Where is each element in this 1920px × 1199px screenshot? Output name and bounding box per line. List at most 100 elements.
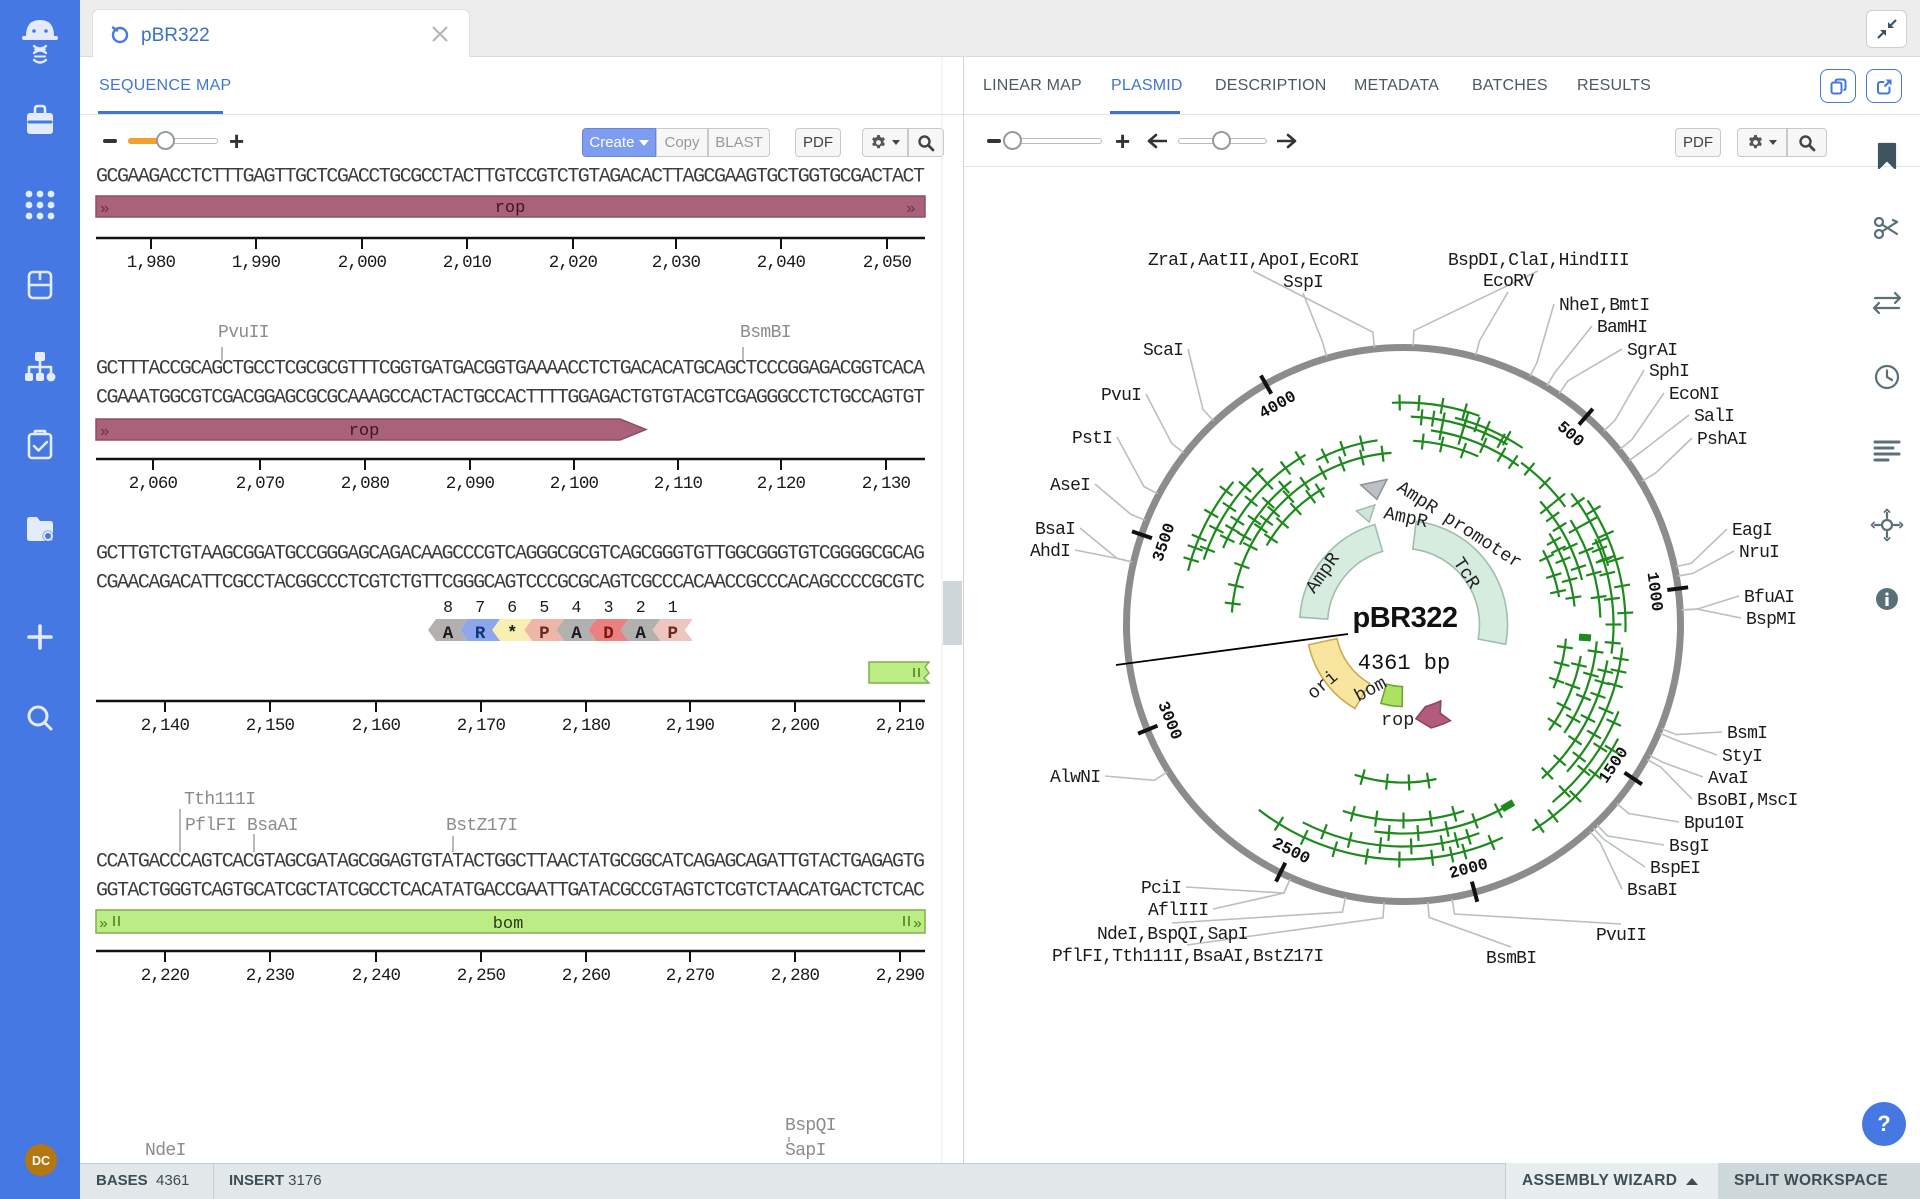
svg-text:SgrAI: SgrAI: [1627, 341, 1677, 361]
svg-text:GCTTGTCTGTAAGCGGATGCCGGGAGCAGA: GCTTGTCTGTAAGCGGATGCCGGGAGCAGACAAGCCCGTC…: [96, 543, 925, 566]
svg-text:BsgI: BsgI: [1669, 837, 1709, 857]
svg-text:6: 6: [507, 598, 517, 617]
svg-text:2,190: 2,190: [666, 716, 715, 736]
svg-text:A: A: [635, 624, 646, 644]
svg-text:DC: DC: [32, 1154, 50, 1168]
svg-text:BsmBI: BsmBI: [740, 323, 791, 343]
svg-text:2,100: 2,100: [550, 474, 599, 494]
svg-text:BfuAI: BfuAI: [1744, 588, 1794, 608]
svg-text:3: 3: [604, 598, 614, 617]
svg-text:2,290: 2,290: [876, 966, 925, 986]
svg-text:1,990: 1,990: [232, 253, 281, 273]
svg-text:StyI: StyI: [1722, 747, 1762, 767]
svg-text:EcoRV: EcoRV: [1483, 272, 1534, 292]
svg-text:2,140: 2,140: [141, 716, 190, 736]
svg-text:»: »: [906, 200, 916, 218]
svg-text:4000: 4000: [1256, 387, 1300, 423]
svg-text:Bpu10I: Bpu10I: [1684, 814, 1744, 834]
svg-text:pBR322: pBR322: [1353, 602, 1458, 634]
svg-text:PstI: PstI: [1072, 429, 1112, 449]
svg-text:2,070: 2,070: [236, 474, 285, 494]
svg-text:2,050: 2,050: [863, 253, 912, 273]
svg-text:2,130: 2,130: [862, 474, 911, 494]
svg-text:EagI: EagI: [1732, 521, 1772, 541]
svg-text:BsaBI: BsaBI: [1627, 881, 1677, 901]
svg-text:SalI: SalI: [1694, 407, 1734, 427]
svg-text:8: 8: [443, 598, 453, 617]
svg-text:7: 7: [475, 598, 485, 617]
svg-text:CCATGACCCAGTCACGTAGCGATAGCGGAG: CCATGACCCAGTCACGTAGCGATAGCGGAGTGTATACTGG…: [96, 851, 925, 874]
svg-text:SphI: SphI: [1649, 362, 1689, 382]
svg-text:5: 5: [539, 598, 549, 617]
svg-text:2,260: 2,260: [562, 966, 611, 986]
svg-text:2,280: 2,280: [771, 966, 820, 986]
svg-text:2,000: 2,000: [338, 253, 387, 273]
svg-text:GGTACTGGGTCAGTGCATCGCTATCGCCTC: GGTACTGGGTCAGTGCATCGCTATCGCCTCACATATGACC…: [96, 880, 925, 903]
svg-text:»: »: [100, 423, 110, 441]
svg-text:bom: bom: [493, 915, 524, 934]
svg-text:PvuI: PvuI: [1101, 386, 1141, 406]
svg-text:»: »: [913, 916, 922, 933]
svg-text:*: *: [507, 624, 518, 644]
svg-text:PciI: PciI: [1141, 879, 1181, 899]
svg-text:BamHI: BamHI: [1597, 318, 1647, 338]
svg-text:BspDI,ClaI,HindIII: BspDI,ClaI,HindIII: [1448, 251, 1629, 271]
svg-text:2,240: 2,240: [352, 966, 401, 986]
svg-text:2,250: 2,250: [457, 966, 506, 986]
svg-text:PflFI: PflFI: [185, 816, 236, 836]
svg-text:2,180: 2,180: [562, 716, 611, 736]
svg-text:D: D: [603, 624, 614, 644]
svg-text:P: P: [667, 624, 678, 644]
svg-text:»: »: [100, 200, 110, 218]
svg-text:2,160: 2,160: [352, 716, 401, 736]
svg-text:BspEI: BspEI: [1650, 859, 1700, 879]
svg-text:PvuII: PvuII: [218, 323, 269, 343]
svg-text:AflIII: AflIII: [1148, 901, 1208, 921]
svg-text:AvaI: AvaI: [1708, 769, 1748, 789]
svg-text:ZraI,AatII,ApoI,EcoRI: ZraI,AatII,ApoI,EcoRI: [1148, 251, 1359, 271]
svg-text:2,220: 2,220: [141, 966, 190, 986]
svg-text:Tth111I: Tth111I: [184, 790, 255, 810]
svg-text:2,110: 2,110: [654, 474, 703, 494]
svg-text:2,060: 2,060: [129, 474, 178, 494]
svg-text:»: »: [99, 916, 108, 933]
svg-text:A: A: [571, 624, 582, 644]
svg-text:AseI: AseI: [1050, 476, 1090, 496]
svg-text:GCGAAGACCTCTTTGAGTTGCTCGACCTGC: GCGAAGACCTCTTTGAGTTGCTCGACCTGCGCCTACTTGT…: [96, 166, 925, 189]
svg-text:3500: 3500: [1149, 521, 1180, 565]
svg-text:rop: rop: [495, 199, 526, 218]
svg-text:PvuII: PvuII: [1596, 926, 1646, 946]
svg-text:BsmBI: BsmBI: [1486, 949, 1536, 969]
svg-text:AhdI: AhdI: [1030, 542, 1070, 562]
svg-text:BsmI: BsmI: [1727, 724, 1767, 744]
svg-text:2,200: 2,200: [771, 716, 820, 736]
svg-text:3000: 3000: [1153, 699, 1186, 743]
svg-text:A: A: [443, 624, 454, 644]
svg-text:BsoBI,MscI: BsoBI,MscI: [1697, 791, 1798, 811]
svg-text:GCTTTACCGCAGCTGCCTCGCGCGTTTCGG: GCTTTACCGCAGCTGCCTCGCGCGTTTCGGTGATGACGGT…: [96, 358, 925, 381]
svg-text:rop: rop: [349, 422, 380, 441]
svg-text:BspMI: BspMI: [1746, 610, 1796, 630]
svg-text:2,230: 2,230: [246, 966, 295, 986]
svg-text:NheI,BmtI: NheI,BmtI: [1559, 296, 1649, 316]
svg-text:2,080: 2,080: [341, 474, 390, 494]
svg-text:NdeI: NdeI: [145, 1141, 186, 1161]
svg-text:2,170: 2,170: [457, 716, 506, 736]
svg-text:CGAAATGGCGTCGACGGAGCGCGCAAAGCC: CGAAATGGCGTCGACGGAGCGCGCAAAGCCACTACTGCCA…: [96, 387, 925, 410]
svg-text:BspQI: BspQI: [785, 1116, 836, 1136]
svg-text:ScaI: ScaI: [1143, 341, 1183, 361]
svg-text:BstZ17I: BstZ17I: [446, 816, 517, 836]
svg-text:NruI: NruI: [1739, 543, 1779, 563]
svg-text:2,210: 2,210: [876, 716, 925, 736]
svg-text:1,980: 1,980: [127, 253, 176, 273]
svg-text:NdeI,BspQI,SapI: NdeI,BspQI,SapI: [1097, 925, 1248, 945]
svg-text:PshAI: PshAI: [1697, 430, 1747, 450]
svg-text:2,030: 2,030: [652, 253, 701, 273]
svg-text:R: R: [475, 624, 486, 644]
svg-text:2,090: 2,090: [446, 474, 495, 494]
svg-text:SapI: SapI: [785, 1141, 826, 1161]
svg-text:1000: 1000: [1643, 571, 1667, 613]
svg-text:2,020: 2,020: [549, 253, 598, 273]
svg-text:2,010: 2,010: [443, 253, 492, 273]
svg-text:SspI: SspI: [1283, 273, 1323, 293]
